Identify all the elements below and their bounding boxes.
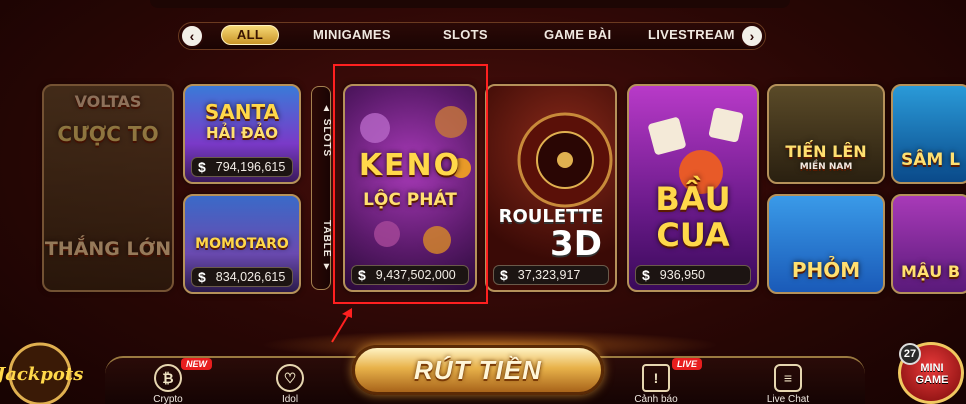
card-title: BẦU (655, 180, 731, 218)
nav-label: Crypto (153, 394, 183, 404)
dollar-icon: $ (500, 267, 508, 283)
tab-slots[interactable]: SLOTS (443, 27, 488, 42)
nav-label: Idol (281, 394, 299, 404)
warning-icon: ! (642, 364, 670, 392)
game-card-bau-cua[interactable]: BẦU CUA $ 936,950 (627, 84, 759, 292)
chevron-right-icon[interactable]: › (740, 24, 764, 48)
new-badge: NEW (181, 358, 212, 370)
game-card-roulette[interactable]: ROULETTE 3D $ 37,323,917 (485, 84, 617, 292)
jackpot-bar: $ 794,196,615 (191, 157, 293, 177)
chat-icon: ≡ (774, 364, 802, 392)
tab-all[interactable]: ALL (221, 25, 279, 45)
card-title: CƯỢC TO (57, 122, 159, 146)
card-title: CUA (656, 216, 730, 254)
jackpot-value: 936,950 (659, 268, 705, 282)
slots-table-side-tab[interactable]: ▲ SLOTS TABLE ▼ (311, 86, 332, 290)
card-title: SANTA (204, 100, 280, 124)
mini-game-label: MINI GAME (915, 362, 949, 386)
jackpot-value: 37,323,917 (517, 268, 581, 282)
jackpot-bar: $ 936,950 (635, 265, 751, 285)
category-tabs: ‹ ALL MINIGAMES SLOTS GAME BÀI LIVESTREA… (178, 22, 766, 50)
card-title: VOLTAS (74, 92, 142, 111)
game-card-tien-len[interactable]: TIẾN LÊN MIỀN NAM (767, 84, 885, 184)
jackpot-value: 834,026,615 (215, 270, 286, 284)
card-title: THẮNG LỚN (44, 238, 172, 260)
bitcoin-icon: ₿ (154, 364, 182, 392)
tab-livestream[interactable]: LIVESTREAM (648, 27, 735, 42)
nav-live-chat[interactable]: ≡ Live Chat (758, 364, 818, 404)
jackpots-logo[interactable]: Jackpots (0, 338, 86, 404)
jackpot-bar: $ 37,323,917 (493, 265, 609, 285)
mini-game-button[interactable]: 27 MINI GAME (898, 342, 964, 404)
withdraw-button[interactable]: RÚT TIỀN (352, 345, 604, 395)
game-card-mau-binh[interactable]: MẬU B (891, 194, 966, 294)
card-title: 3D (550, 224, 602, 264)
chevron-left-icon[interactable]: ‹ (180, 24, 204, 48)
jackpot-bar: $ 834,026,615 (191, 267, 293, 287)
highlight-box (333, 64, 488, 304)
game-card-phom[interactable]: PHỎM (767, 194, 885, 294)
card-title: HẢI ĐẢO (206, 124, 278, 142)
tab-game-bai[interactable]: GAME BÀI (544, 27, 611, 42)
nav-crypto[interactable]: ₿ NEW Crypto (138, 358, 212, 404)
dollar-icon: $ (198, 269, 206, 285)
live-badge: LIVE (671, 358, 702, 370)
nav-label: Cảnh báo (634, 394, 678, 404)
jackpots-logo-text: Jackpots (0, 364, 83, 385)
card-title: MẬU B (901, 262, 961, 281)
game-card-santa[interactable]: SANTA HẢI ĐẢO $ 794,196,615 (183, 84, 301, 184)
tab-minigames[interactable]: MINIGAMES (313, 27, 391, 42)
game-card-momotaro[interactable]: MOMOTARO $ 834,026,615 (183, 194, 301, 294)
side-tab-table[interactable]: TABLE ▼ (312, 211, 332, 283)
game-card-sam-loc[interactable]: SÂM L (891, 84, 966, 184)
dollar-icon: $ (642, 267, 650, 283)
game-card-voltas[interactable]: VOLTAS CƯỢC TO THẮNG LỚN (42, 84, 174, 292)
top-strip (150, 0, 790, 8)
card-title: MIỀN NAM (799, 162, 853, 172)
heart-icon: ♡ (276, 364, 304, 392)
card-title: TIẾN LÊN (785, 142, 867, 161)
side-tab-slots[interactable]: ▲ SLOTS (312, 95, 332, 165)
nav-canh-bao[interactable]: ! LIVE Cảnh báo (626, 358, 702, 404)
jackpot-value: 794,196,615 (215, 160, 286, 174)
card-title: MOMOTARO (195, 236, 289, 252)
nav-label: Live Chat (766, 394, 810, 404)
dollar-icon: $ (198, 159, 206, 175)
card-title: PHỎM (791, 258, 861, 282)
withdraw-label: RÚT TIỀN (414, 354, 542, 385)
nav-idol[interactable]: ♡ Idol (260, 364, 320, 404)
card-title: SÂM L (901, 150, 961, 170)
